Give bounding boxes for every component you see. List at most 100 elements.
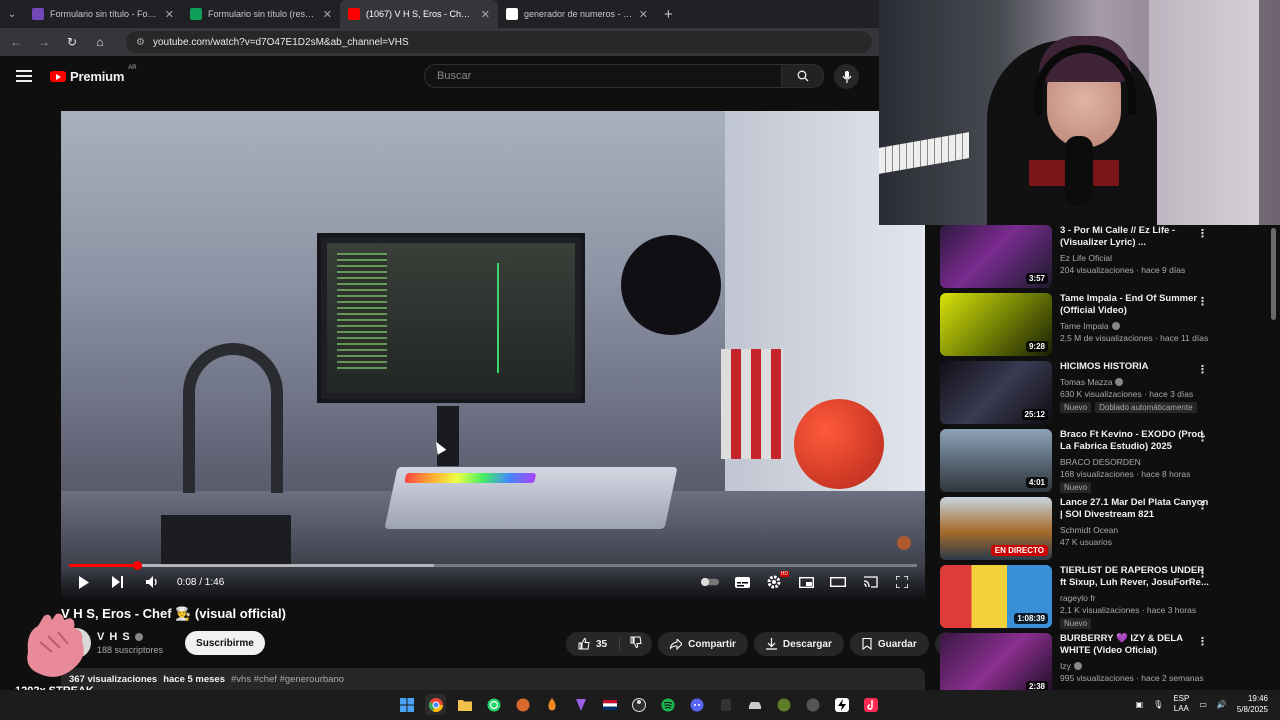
windows-start-icon[interactable] (396, 694, 417, 715)
browser-tab[interactable]: Formulario sin título (respuestas) ✕ (182, 0, 340, 28)
forward-arrow-icon[interactable]: → (36, 35, 52, 49)
app-fire-icon[interactable] (541, 694, 562, 715)
recommendation-title[interactable]: Lance 27.1 Mar Del Plata Canyon | SOI Di… (1060, 497, 1212, 521)
recommendation-channel[interactable]: BRACO DESORDEN (1060, 457, 1212, 467)
search-button[interactable] (782, 64, 824, 88)
recommendation-thumbnail[interactable]: 1:08:39 (940, 565, 1052, 628)
video-player[interactable]: 0:08 / 1:46 HD (61, 111, 925, 597)
autoplay-toggle[interactable] (701, 573, 719, 591)
recommendation-channel[interactable]: Schmidt Ocean (1060, 525, 1212, 535)
recommendation-title[interactable]: HICIMOS HISTORIA (1060, 361, 1212, 373)
miniplayer-button[interactable] (797, 573, 815, 591)
download-button[interactable]: Descargar (753, 632, 844, 656)
recommendation-channel[interactable]: Izy (1060, 661, 1212, 671)
spotify-icon[interactable] (657, 694, 678, 715)
app-bolt-icon[interactable] (831, 694, 852, 715)
recommendation-thumbnail[interactable]: 4:01 (940, 429, 1052, 492)
subscribe-button[interactable]: Suscribirme (185, 631, 265, 655)
hashtags[interactable]: #vhs #chef #generourbano (231, 674, 344, 685)
recommendation-item[interactable]: 2:38 BURBERRY 💜 IZY & DELA WHITE (Video O… (940, 633, 1212, 690)
dislike-button[interactable] (620, 635, 652, 653)
discord-icon[interactable] (686, 694, 707, 715)
tab-close-icon[interactable]: ✕ (323, 8, 332, 21)
app-green-icon[interactable] (773, 694, 794, 715)
file-explorer-icon[interactable] (454, 694, 475, 715)
app-flag-icon[interactable] (599, 694, 620, 715)
tab-close-icon[interactable]: ✕ (481, 8, 490, 21)
url-field[interactable]: ⚙ youtube.com/watch?v=d7O47E1D2sM&ab_cha… (126, 31, 872, 53)
obs-icon[interactable] (628, 694, 649, 715)
recommendation-title[interactable]: BURBERRY 💜 IZY & DELA WHITE (Video Ofici… (1060, 633, 1212, 657)
home-icon[interactable]: ⌂ (92, 35, 108, 49)
recommendation-channel[interactable]: Tame Impala (1060, 321, 1212, 331)
recommendation-thumbnail[interactable]: 25:12 (940, 361, 1052, 424)
app-tray-icon[interactable]: ▣ (1136, 700, 1144, 709)
recommendation-thumbnail[interactable]: 9:28 (940, 293, 1052, 356)
app-orange-icon[interactable] (512, 694, 533, 715)
whatsapp-icon[interactable] (483, 694, 504, 715)
browser-tab[interactable]: generador de numeros - Buscar con Google… (498, 0, 656, 28)
theater-mode-button[interactable] (829, 573, 847, 591)
more-vertical-icon[interactable]: ⋮ (1197, 363, 1208, 376)
search-input[interactable]: Buscar (424, 64, 782, 88)
app-car-icon[interactable] (744, 694, 765, 715)
recommendation-thumbnail[interactable]: EN DIRECTO (940, 497, 1052, 560)
more-vertical-icon[interactable]: ⋮ (1197, 499, 1208, 512)
input-language[interactable]: ESP LAA (1173, 694, 1189, 714)
recommendation-thumbnail[interactable]: 3:57 (940, 225, 1052, 288)
tiktok-icon[interactable] (860, 694, 881, 715)
recommendation-title[interactable]: TIERLIST DE RAPEROS UNDER ft Sixup, Luh … (1060, 565, 1212, 589)
like-button[interactable]: 35 (566, 638, 621, 650)
fullscreen-button[interactable] (893, 573, 911, 591)
reload-icon[interactable]: ↻ (64, 35, 80, 49)
more-vertical-icon[interactable]: ⋮ (1197, 227, 1208, 240)
tab-close-icon[interactable]: ✕ (639, 8, 648, 21)
tab-close-icon[interactable]: ✕ (165, 8, 174, 21)
menu-icon[interactable] (16, 67, 32, 85)
channel-watermark-icon[interactable] (897, 536, 911, 550)
more-vertical-icon[interactable]: ⋮ (1197, 295, 1208, 308)
recommendation-item[interactable]: 3:57 3 - Por Mi Calle // Ez Life - (Visua… (940, 225, 1212, 293)
app-grid-icon[interactable] (802, 694, 823, 715)
recommendation-item[interactable]: 9:28 Tame Impala - End Of Summer (Officia… (940, 293, 1212, 361)
app-dark-icon[interactable] (715, 694, 736, 715)
microphone-tray-icon[interactable]: 🎙 (1153, 700, 1163, 709)
more-vertical-icon[interactable]: ⋮ (1197, 635, 1208, 648)
new-tab-button[interactable]: + (656, 6, 681, 23)
youtube-premium-logo[interactable]: Premium AR (50, 65, 137, 84)
sidebar-scrollbar[interactable] (1271, 228, 1276, 320)
recommendation-thumbnail[interactable]: 2:38 (940, 633, 1052, 690)
site-info-icon[interactable]: ⚙ (136, 37, 145, 48)
speaker-tray-icon[interactable]: 🔊 (1217, 700, 1227, 709)
recommendation-title[interactable]: 3 - Por Mi Calle // Ez Life - (Visualize… (1060, 225, 1212, 249)
play-button[interactable] (75, 573, 93, 591)
cast-button[interactable] (861, 573, 879, 591)
network-icon[interactable]: ▭ (1199, 700, 1207, 709)
settings-button[interactable]: HD (765, 571, 789, 591)
tab-search-chevron-icon[interactable]: ⌄ (0, 0, 24, 28)
recommendation-item[interactable]: 1:08:39 TIERLIST DE RAPEROS UNDER ft Sixu… (940, 565, 1212, 633)
share-button[interactable]: Compartir (658, 632, 748, 656)
app-purple-icon[interactable] (570, 694, 591, 715)
recommendation-channel[interactable]: Ez Life Oficial (1060, 253, 1212, 263)
channel-name[interactable]: V H S (97, 631, 163, 643)
subtitles-button[interactable] (733, 573, 751, 591)
recommendation-channel[interactable]: rageylo fr (1060, 593, 1212, 603)
chrome-icon[interactable] (425, 694, 446, 715)
recommendation-title[interactable]: Braco Ft Kevino - EXODO (Prod. La Fabric… (1060, 429, 1212, 453)
browser-tab[interactable]: Formulario sin título - Formulario ✕ (24, 0, 182, 28)
more-vertical-icon[interactable]: ⋮ (1197, 431, 1208, 444)
browser-tab[interactable]: (1067) V H S, Eros - Chef 👨‍🍳 (visual of… (340, 0, 498, 28)
next-button[interactable] (109, 573, 127, 591)
volume-button[interactable] (143, 573, 161, 591)
system-clock[interactable]: 19:46 5/8/2025 (1237, 693, 1268, 715)
recommendation-item[interactable]: 25:12 HICIMOS HISTORIA Tomas Mazza 630 K vi… (940, 361, 1212, 429)
voice-search-button[interactable] (834, 64, 859, 89)
save-button[interactable]: Guardar (849, 632, 929, 656)
more-vertical-icon[interactable]: ⋮ (1197, 567, 1208, 580)
recommendation-channel[interactable]: Tomas Mazza (1060, 377, 1212, 387)
recommendation-title[interactable]: Tame Impala - End Of Summer (Official Vi… (1060, 293, 1212, 317)
recommendation-item[interactable]: 4:01 Braco Ft Kevino - EXODO (Prod. La Fa… (940, 429, 1212, 497)
recommendation-item[interactable]: EN DIRECTO Lance 27.1 Mar Del Plata Canyo… (940, 497, 1212, 565)
back-arrow-icon[interactable]: ← (8, 35, 24, 49)
